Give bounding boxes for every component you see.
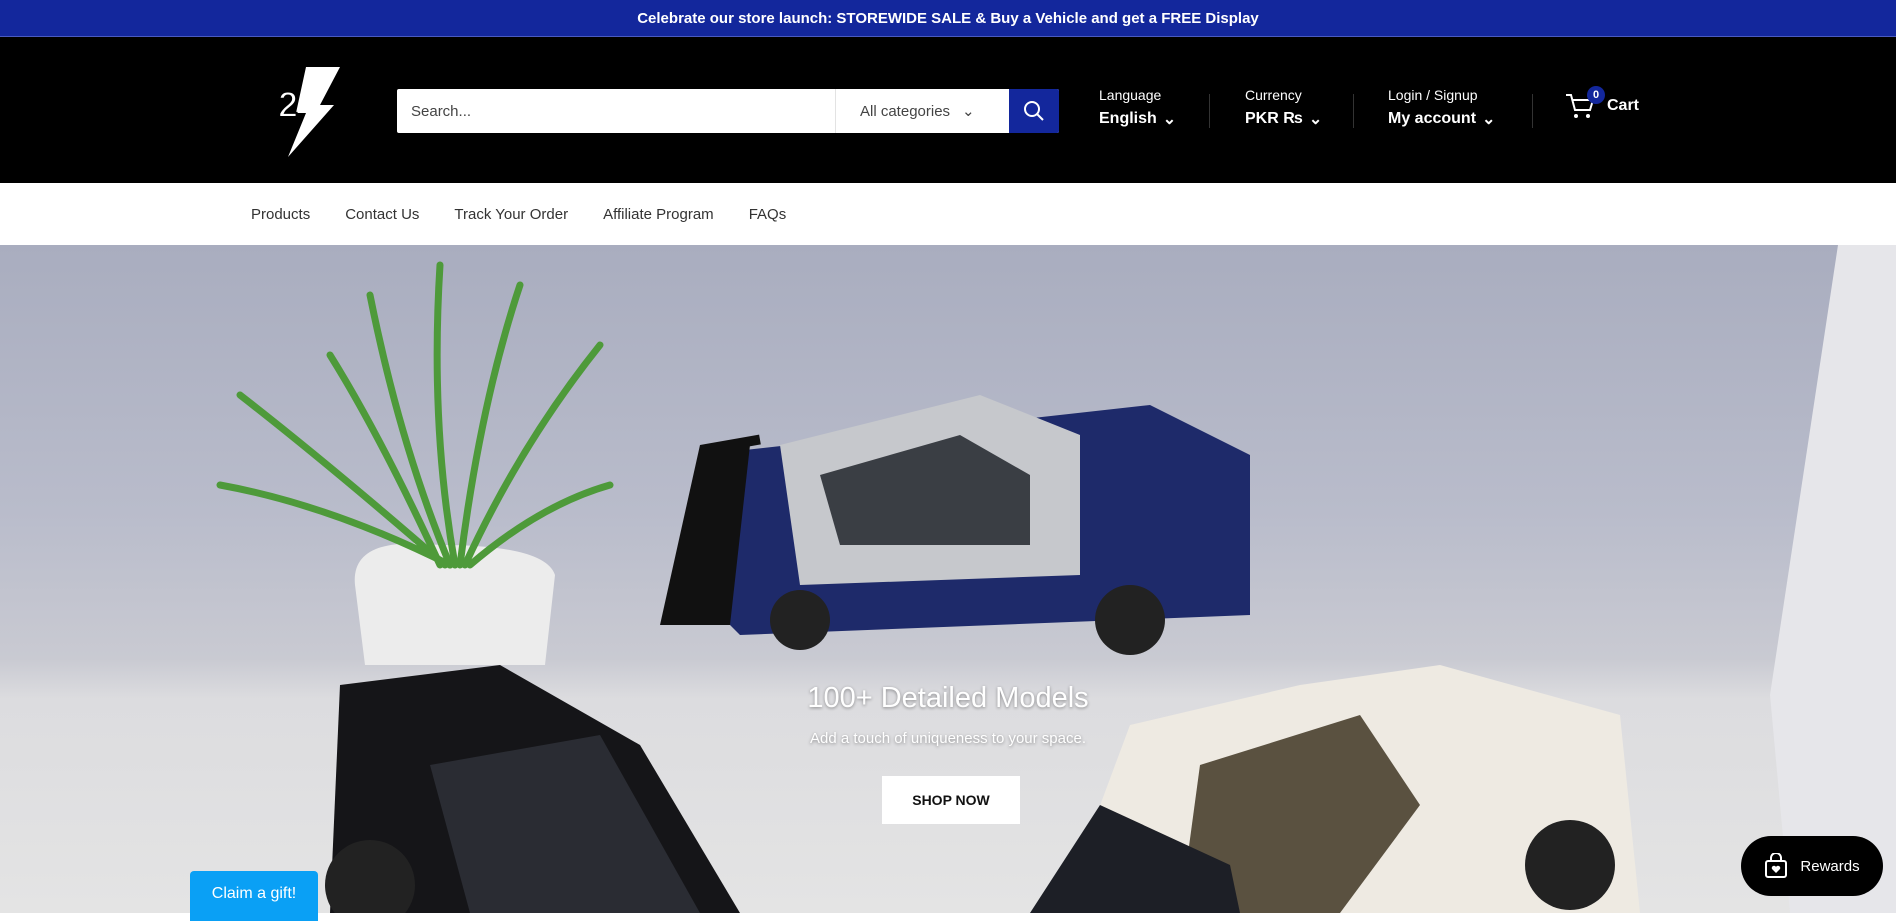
chevron-down-icon: ⌄ [962, 103, 975, 120]
chevron-down-icon: ⌄ [1162, 111, 1177, 128]
svg-text:2: 2 [278, 84, 298, 125]
account-menu[interactable]: Login / Signup My account ⌄ [1388, 87, 1495, 129]
nav-track-order[interactable]: Track Your Order [454, 206, 568, 223]
cart-button[interactable]: 0 Cart [1565, 86, 1640, 120]
category-label: All categories [860, 102, 951, 120]
divider [1209, 94, 1210, 128]
main-nav: Products Contact Us Track Your Order Aff… [0, 183, 1896, 245]
cart-label: Cart [1607, 97, 1640, 114]
nav-affiliate-program[interactable]: Affiliate Program [603, 206, 714, 223]
language-selector[interactable]: Language English ⌄ [1099, 87, 1176, 129]
search-input[interactable] [397, 89, 835, 133]
rewards-button[interactable]: Rewards [1741, 836, 1883, 896]
currency-label: Currency [1245, 87, 1302, 103]
logo[interactable]: 2 [276, 67, 340, 157]
claim-gift-button[interactable]: Claim a gift! [190, 871, 318, 921]
nav-products[interactable]: Products [251, 206, 310, 223]
currency-selector[interactable]: Currency PKR ₨ ⌄ [1245, 87, 1322, 129]
currency-value: PKR ₨ [1245, 110, 1303, 127]
announcement-bar: Celebrate our store launch: STOREWIDE SA… [0, 0, 1896, 37]
login-label: Login / Signup [1388, 87, 1478, 103]
shopping-bag-heart-icon [1765, 853, 1788, 878]
chevron-down-icon: ⌄ [1308, 111, 1323, 128]
rewards-label: Rewards [1800, 857, 1860, 875]
hero-banner: 100+ Detailed Models Add a touch of uniq… [0, 245, 1896, 913]
announcement-text: Celebrate our store launch: STOREWIDE SA… [637, 9, 1259, 27]
search-button[interactable] [1009, 89, 1059, 133]
hero-title: 100+ Detailed Models [807, 682, 1089, 714]
divider [1532, 94, 1533, 128]
search-bar: All categories ⌄ [397, 89, 1059, 133]
category-select[interactable]: All categories ⌄ [835, 89, 1009, 133]
chevron-down-icon: ⌄ [1482, 111, 1496, 128]
header: 2 All categories ⌄ Language English ⌄ Curre… [0, 37, 1896, 183]
shop-now-button[interactable]: SHOP NOW [882, 776, 1020, 824]
nav-faqs[interactable]: FAQs [749, 206, 787, 223]
divider [1353, 94, 1354, 128]
nav-contact-us[interactable]: Contact Us [345, 206, 419, 223]
cart-count-badge: 0 [1587, 86, 1605, 104]
language-value: English [1099, 110, 1157, 127]
language-label: Language [1099, 87, 1162, 103]
account-value: My account [1388, 110, 1477, 127]
search-icon [1024, 101, 1044, 121]
hero-subtitle: Add a touch of uniqueness to your space. [809, 730, 1087, 747]
